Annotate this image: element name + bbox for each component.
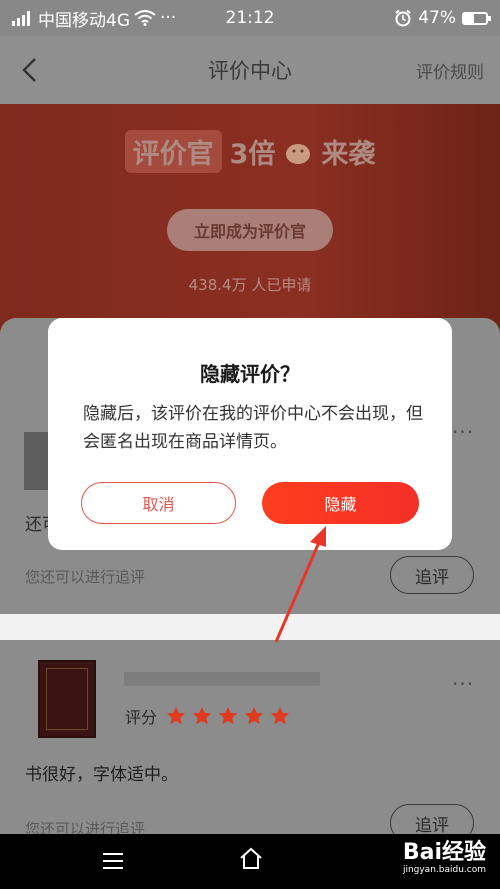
rating-label: 评分 — [125, 708, 158, 727]
chick-icon — [286, 143, 311, 164]
status-left: 中国移动4G ··· — [12, 6, 176, 31]
more-status-icon: ··· — [160, 8, 177, 28]
annotation-arrow-icon — [274, 526, 326, 643]
dialog-title: 隐藏评价？ — [200, 362, 300, 386]
more-options-icon[interactable]: ··· — [452, 672, 474, 696]
signal-icon — [12, 10, 30, 26]
menu-icon[interactable] — [102, 852, 124, 870]
banner-headline: 评价官 3倍 来袭 — [0, 130, 500, 173]
battery-percent: 47% — [418, 8, 456, 28]
star-icon — [218, 706, 238, 725]
star-rating — [165, 705, 291, 727]
rules-link[interactable]: 评价规则 — [416, 58, 484, 83]
nav-bar: 评价中心 评价规则 — [0, 36, 500, 104]
battery-fill — [464, 13, 475, 23]
star-icon — [166, 706, 186, 725]
hide-button[interactable]: 隐藏 — [262, 482, 419, 524]
product-name-blurred — [124, 672, 320, 686]
watermark-url: jingyan.baidu.com — [402, 865, 486, 875]
alarm-icon — [395, 9, 411, 27]
multiplier-text: 3倍 — [229, 139, 276, 170]
more-options-icon[interactable]: ··· — [452, 420, 474, 444]
reviewer-badge: 评价官 — [124, 130, 222, 173]
product-thumbnail — [38, 660, 96, 738]
become-reviewer-button[interactable]: 立即成为评价官 — [167, 209, 333, 251]
promo-banner: 评价官 3倍 来袭 立即成为评价官 438.4万 人已申请 — [0, 104, 500, 334]
star-icon — [244, 706, 264, 725]
star-icon — [192, 706, 212, 725]
battery-icon — [462, 11, 491, 25]
hide-review-dialog: 隐藏评价？ 隐藏后，该评价在我的评价中心不会出现，但会匿名出现在商品详情页。 取… — [48, 318, 452, 550]
status-bar: 中国移动4G ··· 21:12 47% — [0, 0, 500, 36]
review-text: 书很好，字体适中。 — [25, 765, 178, 785]
wifi-icon — [134, 10, 156, 26]
home-icon[interactable] — [238, 846, 264, 872]
cancel-button[interactable]: 取消 — [81, 482, 236, 524]
follow-up-button[interactable]: 追评 — [390, 556, 474, 594]
follow-up-hint: 您还可以进行追评 — [25, 568, 146, 586]
rating-row: 评分 — [125, 704, 291, 728]
dialog-message: 隐藏后，该评价在我的评价中心不会出现，但会匿名出现在商品详情页。 — [83, 404, 423, 452]
watermark-brand: Bai经验 — [402, 840, 486, 865]
coming-text: 来袭 — [321, 139, 376, 170]
baidu-watermark: Bai经验 jingyan.baidu.com — [403, 842, 486, 876]
applicant-count: 438.4万 人已申请 — [188, 276, 312, 294]
carrier-label: 中国移动4G — [38, 10, 130, 31]
status-right: 47% — [394, 8, 491, 28]
star-icon — [270, 706, 290, 725]
back-icon[interactable] — [18, 56, 44, 84]
